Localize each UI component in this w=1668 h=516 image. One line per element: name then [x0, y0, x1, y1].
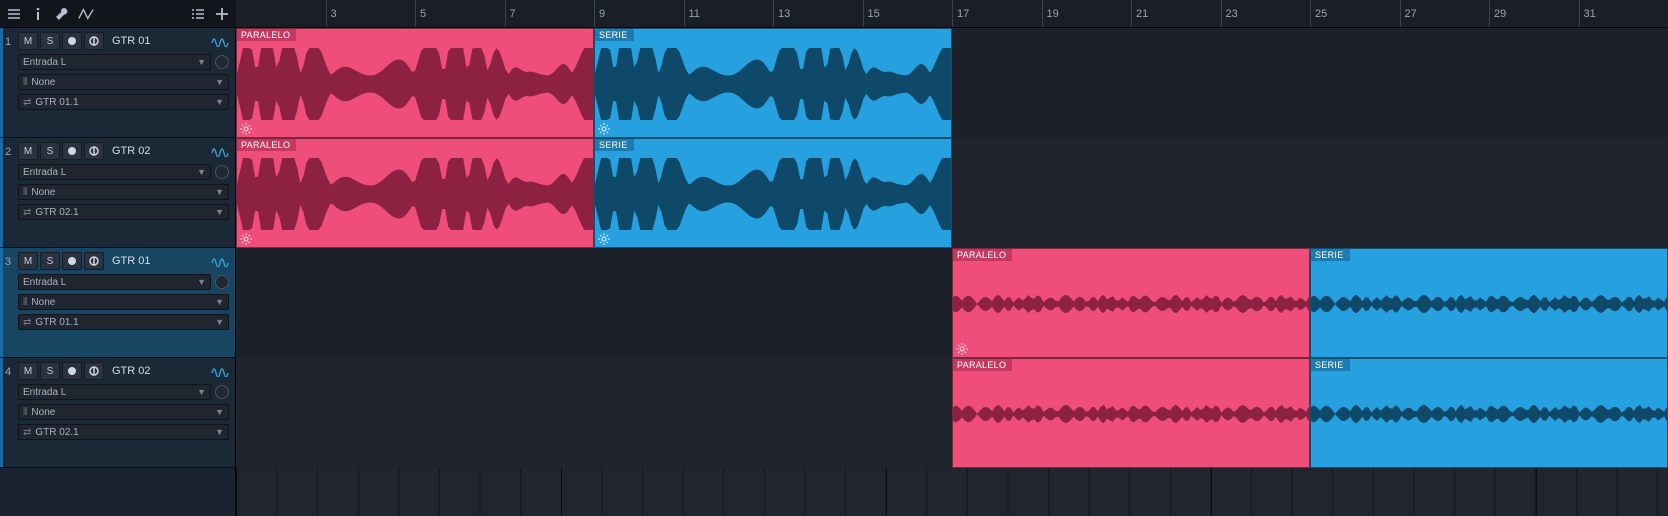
- clip-name-label: PARALELO: [953, 359, 1012, 371]
- record-arm-button[interactable]: [62, 32, 82, 50]
- solo-button[interactable]: S: [40, 32, 60, 50]
- wrench-icon[interactable]: [54, 6, 70, 22]
- insert-slot[interactable]: ⦀None▼: [18, 404, 229, 420]
- solo-button[interactable]: S: [40, 252, 60, 270]
- timeline-ruler[interactable]: 3579111315171921232527293133: [236, 0, 1668, 27]
- input-gain-knob[interactable]: [215, 55, 229, 69]
- clip-name-label: SERIE: [595, 139, 634, 151]
- mute-button[interactable]: M: [18, 362, 38, 380]
- input-routing-dropdown[interactable]: Entrada L▼: [18, 164, 211, 180]
- clip-settings-icon[interactable]: [598, 233, 610, 245]
- ruler-bar-label: 17: [957, 8, 969, 20]
- ruler-bar-label: 25: [1315, 8, 1327, 20]
- add-track-icon[interactable]: [214, 6, 230, 22]
- ruler-bar-label: 13: [778, 8, 790, 20]
- info-icon[interactable]: [30, 6, 46, 22]
- track-name: GTR 02: [112, 145, 151, 157]
- ruler-bar-label: 3: [331, 8, 337, 20]
- send-slot[interactable]: ⇄GTR 01.1▼: [18, 94, 229, 110]
- solo-button[interactable]: S: [40, 142, 60, 160]
- track-list: 1MSGTR 01Entrada L▼⦀None▼⇄GTR 01.1▼2MSGT…: [0, 28, 236, 516]
- mute-button[interactable]: M: [18, 32, 38, 50]
- track-name: GTR 01: [112, 35, 151, 47]
- audio-clip[interactable]: SERIE: [1310, 248, 1668, 358]
- clip-name-label: PARALELO: [953, 249, 1012, 261]
- input-gain-knob[interactable]: [215, 385, 229, 399]
- record-arm-button[interactable]: [62, 142, 82, 160]
- automation-lane-icon[interactable]: [211, 33, 229, 50]
- automation-icon[interactable]: [78, 6, 94, 22]
- clip-settings-icon[interactable]: [598, 123, 610, 135]
- track-header[interactable]: 4MSGTR 02Entrada L▼⦀None▼⇄GTR 02.1▼: [0, 358, 235, 468]
- clip-name-label: SERIE: [595, 29, 634, 41]
- ruler-bar-label: 27: [1405, 8, 1417, 20]
- tracklist-icon[interactable]: [190, 6, 206, 22]
- send-slot[interactable]: ⇄GTR 02.1▼: [18, 424, 229, 440]
- clip-name-label: PARALELO: [237, 139, 296, 151]
- track-panel-toolbar: [0, 0, 236, 27]
- ruler-bar-label: 29: [1494, 8, 1506, 20]
- monitor-button[interactable]: [84, 32, 104, 50]
- monitor-button[interactable]: [84, 252, 104, 270]
- input-gain-knob[interactable]: [215, 165, 229, 179]
- clip-settings-icon[interactable]: [240, 233, 252, 245]
- ruler-bar-label: 31: [1584, 8, 1596, 20]
- ruler-bar-label: 21: [1136, 8, 1148, 20]
- clip-name-label: PARALELO: [237, 29, 296, 41]
- audio-clip[interactable]: PARALELO: [952, 358, 1310, 468]
- ruler-bar-label: 23: [1226, 8, 1238, 20]
- audio-clip[interactable]: PARALELO: [236, 138, 594, 248]
- audio-clip[interactable]: SERIE: [594, 28, 952, 138]
- mute-button[interactable]: M: [18, 142, 38, 160]
- track-name: GTR 02: [112, 365, 151, 377]
- clip-name-label: SERIE: [1311, 249, 1350, 261]
- audio-clip[interactable]: SERIE: [594, 138, 952, 248]
- send-slot[interactable]: ⇄GTR 01.1▼: [18, 314, 229, 330]
- audio-clip[interactable]: PARALELO: [236, 28, 594, 138]
- insert-slot[interactable]: ⦀None▼: [18, 184, 229, 200]
- arrangement-area[interactable]: PARALELO SERIE PARALELO SERIE PARALELO SERIE P…: [236, 28, 1668, 516]
- monitor-button[interactable]: [84, 142, 104, 160]
- record-arm-button[interactable]: [62, 362, 82, 380]
- track-header[interactable]: 2MSGTR 02Entrada L▼⦀None▼⇄GTR 02.1▼: [0, 138, 235, 248]
- ruler-bar-label: 15: [868, 8, 880, 20]
- ruler-bar-label: 9: [599, 8, 605, 20]
- ruler-bar-label: 19: [1047, 8, 1059, 20]
- input-routing-dropdown[interactable]: Entrada L▼: [18, 274, 211, 290]
- input-gain-knob[interactable]: [215, 275, 229, 289]
- ruler-bar-label: 11: [689, 8, 700, 20]
- audio-clip[interactable]: SERIE: [1310, 358, 1668, 468]
- solo-button[interactable]: S: [40, 362, 60, 380]
- monitor-button[interactable]: [84, 362, 104, 380]
- mute-button[interactable]: M: [18, 252, 38, 270]
- audio-clip[interactable]: PARALELO: [952, 248, 1310, 358]
- ruler-bar-label: 7: [510, 8, 516, 20]
- automation-lane-icon[interactable]: [211, 143, 229, 160]
- track-header[interactable]: 3MSGTR 01Entrada L▼⦀None▼⇄GTR 01.1▼: [0, 248, 235, 358]
- insert-slot[interactable]: ⦀None▼: [18, 294, 229, 310]
- track-name: GTR 01: [112, 255, 151, 267]
- automation-lane-icon[interactable]: [211, 363, 229, 380]
- input-routing-dropdown[interactable]: Entrada L▼: [18, 384, 211, 400]
- input-routing-dropdown[interactable]: Entrada L▼: [18, 54, 211, 70]
- clip-settings-icon[interactable]: [240, 123, 252, 135]
- clip-settings-icon[interactable]: [956, 343, 968, 355]
- automation-lane-icon[interactable]: [211, 253, 229, 270]
- track-header[interactable]: 1MSGTR 01Entrada L▼⦀None▼⇄GTR 01.1▼: [0, 28, 235, 138]
- menu-icon[interactable]: [6, 6, 22, 22]
- send-slot[interactable]: ⇄GTR 02.1▼: [18, 204, 229, 220]
- clip-name-label: SERIE: [1311, 359, 1350, 371]
- ruler-bar-label: 5: [420, 8, 426, 20]
- record-arm-button[interactable]: [62, 252, 82, 270]
- insert-slot[interactable]: ⦀None▼: [18, 74, 229, 90]
